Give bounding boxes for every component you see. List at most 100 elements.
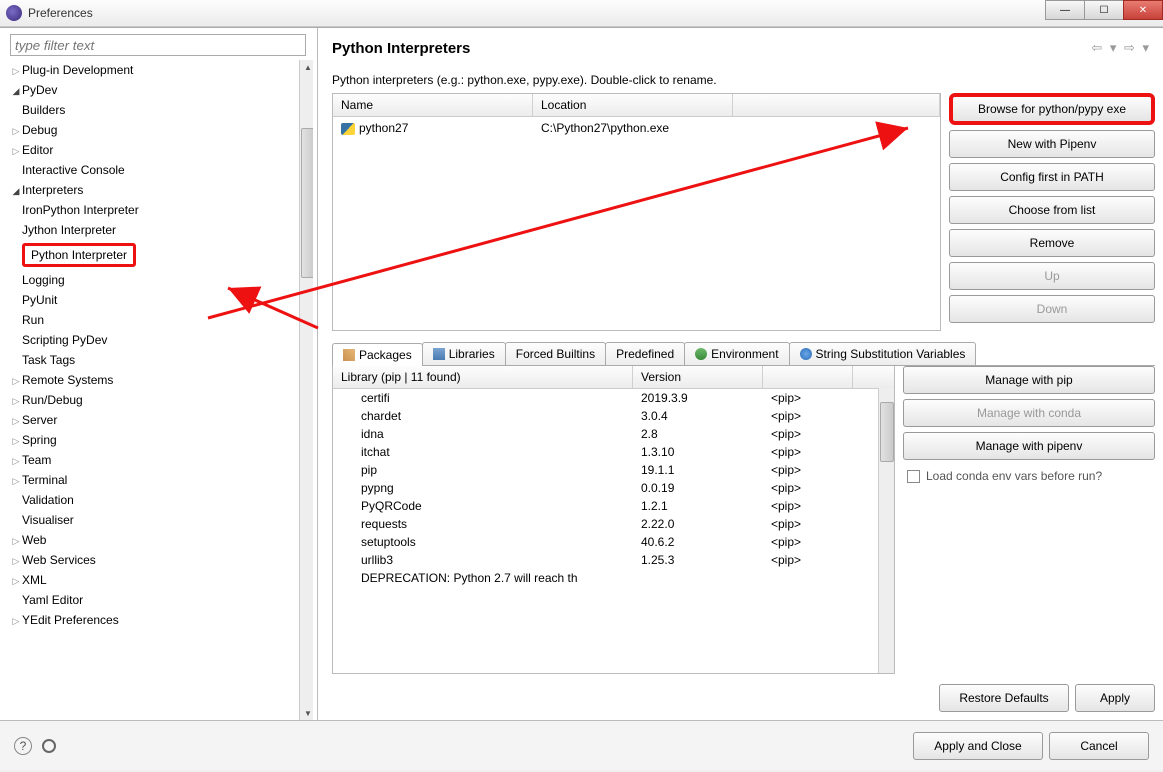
up-button[interactable]: Up — [949, 262, 1155, 290]
tab-bar: Packages Libraries Forced Builtins Prede… — [332, 342, 1155, 366]
new-pipenv-button[interactable]: New with Pipenv — [949, 130, 1155, 158]
manage-pipenv-button[interactable]: Manage with pipenv — [903, 432, 1155, 460]
close-button[interactable]: ✕ — [1123, 0, 1163, 20]
col-header-version[interactable]: Version — [633, 366, 763, 388]
pkg-lib: pip — [333, 461, 633, 479]
pkg-lib: urllib3 — [333, 551, 633, 569]
tree-item[interactable]: Run — [10, 310, 313, 330]
tree-arrow-icon: ▷ — [10, 616, 22, 627]
tree-item[interactable]: Validation — [10, 490, 313, 510]
tree-item[interactable]: Interactive Console — [10, 160, 313, 180]
tab-string-substitution[interactable]: String Substitution Variables — [789, 342, 977, 365]
tree-item[interactable]: Python Interpreter — [10, 240, 313, 270]
tab-packages[interactable]: Packages — [332, 343, 423, 366]
tree-arrow-icon: ▷ — [10, 376, 22, 387]
scroll-up-icon[interactable]: ▲ — [301, 60, 313, 74]
tree-item-label: Validation — [22, 493, 74, 507]
package-row[interactable]: PyQRCode1.2.1<pip> — [333, 497, 894, 515]
config-path-button[interactable]: Config first in PATH — [949, 163, 1155, 191]
package-row[interactable]: chardet3.0.4<pip> — [333, 407, 894, 425]
tree-item-label: Logging — [22, 273, 65, 287]
tab-libraries[interactable]: Libraries — [422, 342, 506, 365]
col-header-blank — [733, 94, 940, 116]
down-button[interactable]: Down — [949, 295, 1155, 323]
tree-item-label: Visualiser — [22, 513, 74, 527]
dialog-footer: ? Apply and Close Cancel — [0, 720, 1163, 770]
tree-item[interactable]: ▷Server — [10, 410, 313, 430]
tree-item[interactable]: Logging — [10, 270, 313, 290]
tree-item[interactable]: PyUnit — [10, 290, 313, 310]
col-header-name[interactable]: Name — [333, 94, 533, 116]
tree-item[interactable]: Visualiser — [10, 510, 313, 530]
col-header-library[interactable]: Library (pip | 11 found) — [333, 366, 633, 388]
tree-scrollbar[interactable]: ▲ ▼ — [299, 60, 313, 720]
package-row[interactable]: requests2.22.0<pip> — [333, 515, 894, 533]
tree-item[interactable]: ◢PyDev — [10, 80, 313, 100]
browse-exe-button[interactable]: Browse for python/pypy exe — [949, 93, 1155, 125]
tree-item[interactable]: ▷Terminal — [10, 470, 313, 490]
tree-item[interactable]: Yaml Editor — [10, 590, 313, 610]
pkg-version: 1.2.1 — [633, 497, 763, 515]
tree-arrow-icon: ▷ — [10, 396, 22, 407]
package-row[interactable]: pypng0.0.19<pip> — [333, 479, 894, 497]
pkg-lib: pypng — [333, 479, 633, 497]
pkg-source: <pip> — [763, 389, 853, 407]
tree-item-label: Yaml Editor — [22, 593, 83, 607]
tree-arrow-icon: ▷ — [10, 476, 22, 487]
tree-item[interactable]: ▷Run/Debug — [10, 390, 313, 410]
tree-item[interactable]: ▷Debug — [10, 120, 313, 140]
tree-item[interactable]: ▷Remote Systems — [10, 370, 313, 390]
tree-item[interactable]: Task Tags — [10, 350, 313, 370]
package-row[interactable]: setuptools40.6.2<pip> — [333, 533, 894, 551]
tab-predefined[interactable]: Predefined — [605, 342, 685, 365]
help-icon[interactable]: ? — [14, 737, 32, 755]
cancel-button[interactable]: Cancel — [1049, 732, 1149, 760]
tree-item[interactable]: ▷Team — [10, 450, 313, 470]
col-header-location[interactable]: Location — [533, 94, 733, 116]
tree-item[interactable]: IronPython Interpreter — [10, 200, 313, 220]
tree-item[interactable]: Jython Interpreter — [10, 220, 313, 240]
tree-item[interactable]: ▷Web — [10, 530, 313, 550]
packages-scroll-thumb[interactable] — [880, 402, 894, 462]
tree-item[interactable]: ▷Plug-in Development — [10, 60, 313, 80]
manage-conda-button[interactable]: Manage with conda — [903, 399, 1155, 427]
scroll-thumb[interactable] — [301, 128, 313, 278]
package-row[interactable]: pip19.1.1<pip> — [333, 461, 894, 479]
tree-item[interactable]: ▷YEdit Preferences — [10, 610, 313, 630]
minimize-button[interactable]: — — [1045, 0, 1085, 20]
tree-item[interactable]: ▷Web Services — [10, 550, 313, 570]
package-row[interactable]: certifi2019.3.9<pip> — [333, 389, 894, 407]
tree-item[interactable]: ◢Interpreters — [10, 180, 313, 200]
restore-defaults-button[interactable]: Restore Defaults — [939, 684, 1069, 712]
tab-environment[interactable]: Environment — [684, 342, 789, 365]
tree-item-label: Web Services — [22, 553, 96, 567]
packages-scrollbar[interactable] — [878, 388, 894, 673]
manage-pip-button[interactable]: Manage with pip — [903, 366, 1155, 394]
interpreter-row[interactable]: python27 C:\Python27\python.exe — [333, 117, 940, 139]
nav-history-arrows[interactable]: ⇦ ▾ ⇨ ▾ — [1091, 40, 1151, 56]
package-row[interactable]: urllib31.25.3<pip> — [333, 551, 894, 569]
load-conda-checkbox[interactable]: Load conda env vars before run? — [903, 465, 1155, 487]
tree-item[interactable]: ▷XML — [10, 570, 313, 590]
apply-close-button[interactable]: Apply and Close — [913, 732, 1043, 760]
tree-item[interactable]: ▷Spring — [10, 430, 313, 450]
maximize-button[interactable]: ☐ — [1084, 0, 1124, 20]
remove-button[interactable]: Remove — [949, 229, 1155, 257]
preference-tree[interactable]: ▷Plug-in Development◢PyDevBuilders▷Debug… — [10, 60, 313, 720]
tab-forced-builtins[interactable]: Forced Builtins — [505, 342, 606, 365]
pkg-source: <pip> — [763, 551, 853, 569]
tree-item-label: Jython Interpreter — [22, 223, 116, 237]
tree-item[interactable]: ▷Editor — [10, 140, 313, 160]
scroll-down-icon[interactable]: ▼ — [301, 706, 313, 720]
choose-list-button[interactable]: Choose from list — [949, 196, 1155, 224]
apply-button[interactable]: Apply — [1075, 684, 1155, 712]
interpreter-table[interactable]: Name Location python27 C:\Python27\pytho… — [332, 93, 941, 331]
tree-item[interactable]: Builders — [10, 100, 313, 120]
libraries-icon — [433, 348, 445, 360]
tree-item[interactable]: Scripting PyDev — [10, 330, 313, 350]
package-row[interactable]: idna2.8<pip> — [333, 425, 894, 443]
packages-table[interactable]: Library (pip | 11 found) Version certifi… — [332, 366, 895, 674]
filter-input[interactable] — [10, 34, 306, 56]
package-row[interactable]: itchat1.3.10<pip> — [333, 443, 894, 461]
checkbox-icon — [907, 470, 920, 483]
